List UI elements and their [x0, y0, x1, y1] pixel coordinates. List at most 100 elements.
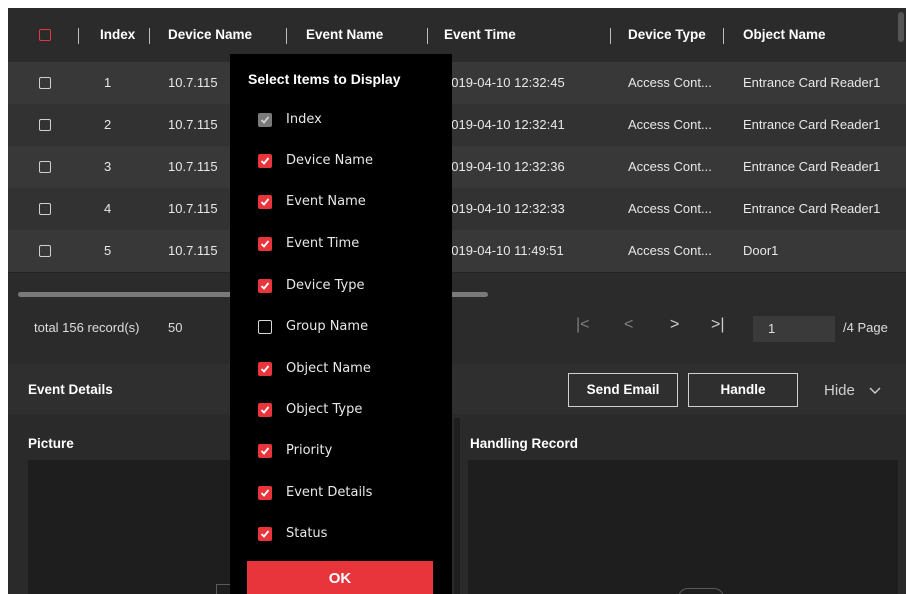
cell-device-name: 10.7.115: [168, 117, 218, 132]
page-size-select[interactable]: 50: [168, 320, 182, 335]
cell-device-name: 10.7.115: [168, 243, 218, 258]
cell-event-time: 2019-04-10 12:32:41: [444, 117, 565, 132]
ok-button[interactable]: OK: [247, 561, 433, 594]
row-checkbox[interactable]: [39, 245, 51, 257]
row-checkbox[interactable]: [39, 161, 51, 173]
cell-event-time: 2019-04-10 12:32:45: [444, 75, 565, 90]
column-header-event-time[interactable]: Event Time: [444, 8, 516, 62]
table-row[interactable]: 4 10.7.115 2019-04-10 12:32:33 Access Co…: [8, 188, 906, 231]
option-label: Index: [286, 112, 322, 127]
cell-index: 4: [104, 201, 112, 216]
option-label: Event Details: [286, 485, 373, 500]
checkbox-checked[interactable]: [258, 195, 272, 209]
check-icon: [260, 157, 270, 165]
table-row[interactable]: 3 10.7.115 2019-04-10 12:32:36 Access Co…: [8, 146, 906, 189]
option-label: Group Name: [286, 319, 369, 334]
cell-device-name: 10.7.115: [168, 75, 218, 90]
table-row[interactable]: 1 10.7.115 2019-04-10 12:32:45 Access Co…: [8, 62, 906, 105]
check-icon: [260, 240, 270, 248]
send-email-button[interactable]: Send Email: [568, 373, 678, 407]
pagination-bar: total 156 record(s) 50 |< < > >| 1 /4 Pa…: [8, 304, 906, 354]
handling-record-label: Handling Record: [470, 436, 579, 451]
checkbox-checked[interactable]: [258, 279, 272, 293]
checkbox-checked[interactable]: [258, 527, 272, 541]
vertical-scrollbar[interactable]: [898, 12, 904, 42]
cell-device-type: Access Cont...: [628, 201, 712, 216]
column-separator: [427, 28, 428, 44]
checkbox-checked[interactable]: [258, 444, 272, 458]
handling-record-area: [468, 460, 898, 594]
row-checkbox[interactable]: [39, 119, 51, 131]
cell-object-name: Door1: [743, 243, 779, 258]
cell-object-name: Entrance Card Reader1: [743, 201, 881, 216]
row-checkbox[interactable]: [39, 77, 51, 89]
table-row[interactable]: 2 10.7.115 2019-04-10 12:32:41 Access Co…: [8, 104, 906, 147]
column-separator: [723, 28, 724, 44]
column-separator: [610, 28, 611, 44]
picture-label: Picture: [28, 436, 74, 451]
page-number-input[interactable]: 1: [753, 316, 835, 342]
first-page-icon[interactable]: |<: [576, 316, 590, 334]
select-all-checkbox[interactable]: [39, 29, 51, 41]
check-icon: [260, 365, 270, 373]
option-label: Device Name: [286, 153, 373, 168]
checkbox-disabled[interactable]: [258, 113, 272, 127]
cell-device-type: Access Cont...: [628, 117, 712, 132]
event-details-body: Picture Handling Record: [8, 418, 906, 594]
popup-title: Select Items to Display: [248, 71, 401, 87]
option-label: Event Time: [286, 236, 360, 251]
empty-record-icon: [678, 588, 724, 594]
cell-index: 2: [104, 117, 112, 132]
option-label: Object Type: [286, 402, 363, 417]
hide-label: Hide: [824, 382, 855, 399]
cell-device-type: Access Cont...: [628, 159, 712, 174]
handle-button[interactable]: Handle: [688, 373, 798, 407]
table-header: Index Device Name Event Name Event Time …: [8, 8, 906, 62]
check-icon: [260, 198, 270, 206]
cell-index: 1: [104, 75, 112, 90]
column-separator: [149, 28, 150, 44]
check-icon: [260, 447, 270, 455]
checkbox-checked[interactable]: [258, 362, 272, 376]
option-label: Priority: [286, 443, 333, 458]
prev-page-icon[interactable]: <: [624, 316, 633, 334]
total-records: total 156 record(s): [34, 320, 140, 335]
column-header-device-type[interactable]: Device Type: [628, 8, 706, 62]
table-row[interactable]: 5 10.7.115 2019-04-10 11:49:51 Access Co…: [8, 230, 906, 273]
check-icon: [260, 282, 270, 290]
row-checkbox[interactable]: [39, 203, 51, 215]
check-icon: [260, 406, 270, 414]
column-separator: [78, 28, 79, 44]
column-header-index[interactable]: Index: [100, 8, 135, 62]
checkbox-checked[interactable]: [258, 237, 272, 251]
cell-device-name: 10.7.115: [168, 201, 218, 216]
check-icon: [260, 530, 270, 538]
cell-object-name: Entrance Card Reader1: [743, 117, 881, 132]
check-icon: [260, 116, 270, 124]
cell-event-time: 2019-04-10 12:32:33: [444, 201, 565, 216]
hide-toggle[interactable]: Hide: [824, 382, 881, 399]
next-page-icon[interactable]: >: [670, 316, 679, 334]
event-details-header: Event Details Send Email Handle Hide: [8, 364, 906, 414]
cell-device-type: Access Cont...: [628, 75, 712, 90]
cell-event-time: 2019-04-10 12:32:36: [444, 159, 565, 174]
check-icon: [260, 489, 270, 497]
column-header-object-name[interactable]: Object Name: [743, 8, 826, 62]
select-items-popup: Select Items to Display Index Device Nam…: [230, 54, 452, 594]
last-page-icon[interactable]: >|: [711, 316, 725, 334]
option-label: Event Name: [286, 194, 366, 209]
cell-index: 3: [104, 159, 112, 174]
event-center-window: Index Device Name Event Name Event Time …: [8, 8, 906, 594]
option-label: Object Name: [286, 361, 371, 376]
checkbox-checked[interactable]: [258, 486, 272, 500]
cell-event-time: 2019-04-10 11:49:51: [444, 243, 564, 258]
cell-device-name: 10.7.115: [168, 159, 218, 174]
event-details-title: Event Details: [28, 382, 113, 397]
option-label: Device Type: [286, 278, 365, 293]
column-separator: [286, 28, 287, 44]
cell-object-name: Entrance Card Reader1: [743, 75, 881, 90]
option-label: Status: [286, 526, 328, 541]
checkbox-unchecked[interactable]: [258, 320, 272, 334]
checkbox-checked[interactable]: [258, 403, 272, 417]
checkbox-checked[interactable]: [258, 154, 272, 168]
